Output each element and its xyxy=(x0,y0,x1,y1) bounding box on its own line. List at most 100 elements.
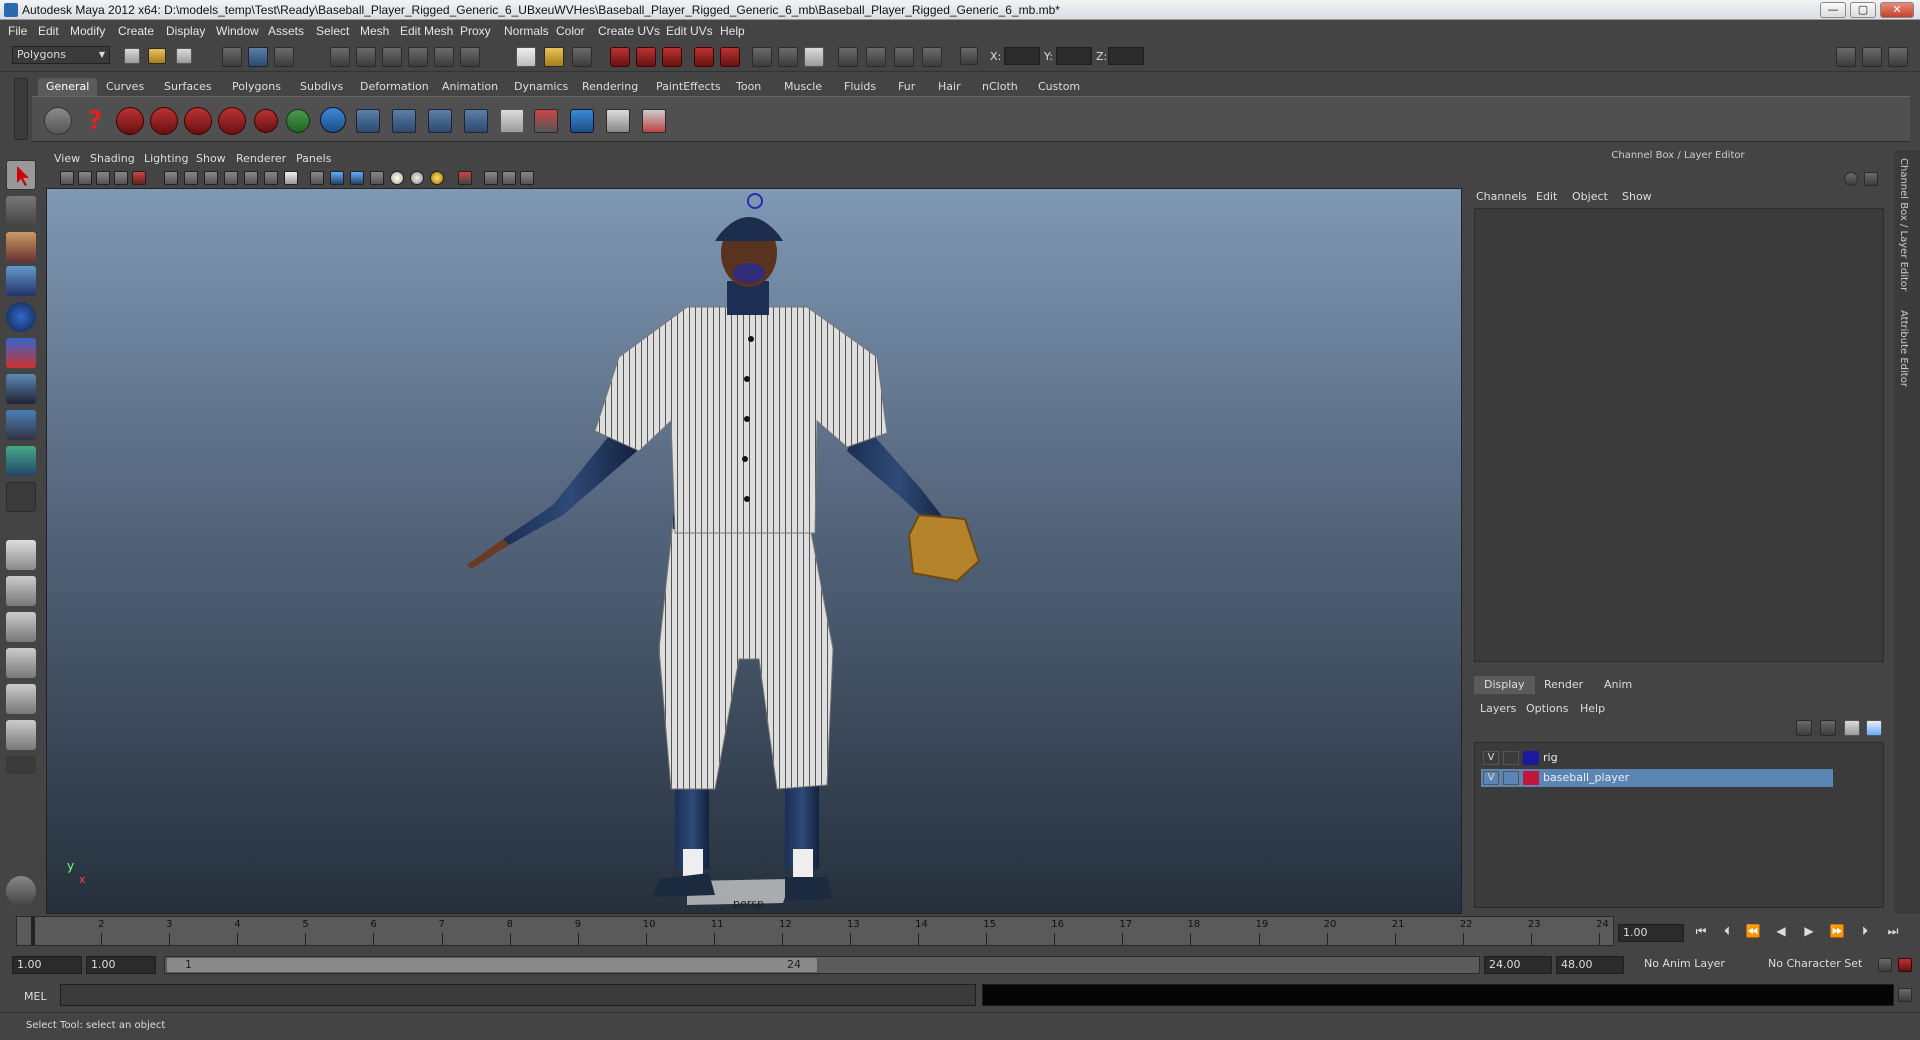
paint-select-tool-icon[interactable] xyxy=(6,232,36,262)
menu-assets[interactable]: Assets xyxy=(268,24,304,38)
grid-icon[interactable] xyxy=(164,171,178,185)
current-time-marker[interactable] xyxy=(31,917,35,945)
list-editor-icon[interactable] xyxy=(500,109,524,133)
hypershade-icon[interactable] xyxy=(694,47,714,67)
smooth-shade-icon[interactable] xyxy=(330,171,344,185)
range-bar[interactable]: 1 24 xyxy=(164,956,1480,974)
snap-point-icon[interactable] xyxy=(382,47,402,67)
clipboard-icon[interactable] xyxy=(804,47,824,67)
show-manipulator-icon[interactable] xyxy=(6,446,36,476)
toggle-attribute-editor-icon[interactable] xyxy=(1836,47,1856,67)
z-field[interactable] xyxy=(1108,47,1144,65)
new-scene-icon[interactable] xyxy=(124,48,140,64)
gate-mask-icon[interactable] xyxy=(224,171,238,185)
menu-edit[interactable]: Edit xyxy=(38,24,59,38)
new-layer-selected-icon[interactable] xyxy=(1866,720,1882,736)
shelf-tool-icon-2[interactable] xyxy=(150,107,178,135)
shelf-tab-polygons[interactable]: Polygons xyxy=(224,78,289,96)
command-input[interactable] xyxy=(60,984,976,1006)
animation-preferences-icon[interactable] xyxy=(1898,958,1912,972)
playback-start-field[interactable]: 1.00 xyxy=(86,956,156,974)
menuset-dropdown[interactable]: Polygons ▼ xyxy=(12,46,110,64)
shelf-tab-ncloth[interactable]: nCloth xyxy=(974,78,1026,96)
select-hierarchy-icon[interactable] xyxy=(222,47,242,67)
shelf-tab-general[interactable]: General xyxy=(38,78,98,96)
graph-layout-icon[interactable] xyxy=(6,720,36,750)
shelf-tab-subdivs[interactable]: Subdivs xyxy=(292,78,351,96)
playback-end-field[interactable]: 24.00 xyxy=(1484,956,1552,974)
detach-skin-icon[interactable] xyxy=(464,109,488,133)
channel-box-content[interactable] xyxy=(1474,208,1884,662)
maximize-button[interactable]: ▢ xyxy=(1850,2,1876,18)
layer-color-swatch[interactable] xyxy=(1523,771,1539,785)
move-layer-down-icon[interactable] xyxy=(1820,720,1836,736)
textured-icon[interactable] xyxy=(370,171,384,185)
current-frame-field[interactable]: 1.00 xyxy=(1618,924,1684,942)
open-scene-icon[interactable] xyxy=(148,48,166,64)
animation-end-field[interactable]: 48.00 xyxy=(1556,956,1624,974)
layer-row[interactable]: V baseball_player xyxy=(1481,769,1833,787)
two-d-pan-icon[interactable] xyxy=(132,171,146,185)
four-view-layout-icon[interactable] xyxy=(6,576,36,606)
isolate-select-icon[interactable] xyxy=(458,171,472,185)
cb-menu-object[interactable]: Object xyxy=(1572,190,1608,203)
layer-color-swatch[interactable] xyxy=(1523,751,1539,765)
hypershade-layout-icon[interactable] xyxy=(6,684,36,714)
play-backward-icon[interactable]: ◀ xyxy=(1772,924,1790,942)
default-lighting-icon[interactable] xyxy=(390,171,404,185)
single-view-layout-icon[interactable] xyxy=(6,540,36,570)
menu-create-uvs[interactable]: Create UVs xyxy=(598,24,660,38)
menu-modify[interactable]: Modify xyxy=(70,24,105,38)
select-object-icon[interactable] xyxy=(248,47,268,67)
snap-live-icon[interactable] xyxy=(434,47,454,67)
menu-file[interactable]: File xyxy=(8,24,27,38)
ik-handle-icon[interactable] xyxy=(392,109,416,133)
vp-menu-view[interactable]: View xyxy=(54,152,80,165)
film-reel-icon[interactable] xyxy=(44,107,72,135)
soft-mod-tool-icon[interactable] xyxy=(6,410,36,440)
manipulator-tool-icon[interactable] xyxy=(6,374,36,404)
menu-create[interactable]: Create xyxy=(118,24,154,38)
film-gate-icon[interactable] xyxy=(184,171,198,185)
ipr-render-icon[interactable] xyxy=(636,47,656,67)
field-chart-icon[interactable] xyxy=(244,171,258,185)
layer-tab-render[interactable]: Render xyxy=(1534,676,1593,694)
shelf-tab-curves[interactable]: Curves xyxy=(98,78,152,96)
history-icon[interactable] xyxy=(460,47,480,67)
character-set-dropdown[interactable]: No Character Set xyxy=(1764,956,1884,974)
close-button[interactable]: ✕ xyxy=(1880,2,1914,18)
y-field[interactable] xyxy=(1056,47,1092,65)
go-to-end-icon[interactable]: ⏭ xyxy=(1884,924,1902,942)
magnet-icon[interactable] xyxy=(254,109,278,133)
snap-plane-icon[interactable] xyxy=(408,47,428,67)
shelf-tool-icon-1[interactable] xyxy=(116,107,144,135)
timeline-ticks[interactable]: 123456789101112131415161718192021222324 xyxy=(16,916,1614,946)
step-forward-icon[interactable]: ⏵ xyxy=(1856,924,1874,942)
safe-action-icon[interactable] xyxy=(264,171,278,185)
last-tool-icon[interactable] xyxy=(6,482,36,512)
graph-editor-icon[interactable] xyxy=(866,47,886,67)
shelf-tab-rendering[interactable]: Rendering xyxy=(574,78,646,96)
scale-tool-icon[interactable] xyxy=(6,338,36,368)
toggle-tool-settings-icon[interactable] xyxy=(1862,47,1882,67)
snap-curve-icon[interactable] xyxy=(356,47,376,67)
go-to-start-icon[interactable]: ⏮ xyxy=(1692,924,1710,942)
vp-menu-panels[interactable]: Panels xyxy=(296,152,331,165)
save-scene-icon[interactable] xyxy=(176,48,192,64)
side-tab-attribute-editor[interactable]: Attribute Editor xyxy=(1898,310,1909,387)
cb-menu-show[interactable]: Show xyxy=(1622,190,1652,203)
bookmark-icon[interactable] xyxy=(96,171,110,185)
shelf-tool-icon-4[interactable] xyxy=(218,107,246,135)
anim-layer-dropdown[interactable]: No Anim Layer xyxy=(1640,956,1758,974)
lasso-tool-icon[interactable] xyxy=(6,196,36,226)
wireframe-icon[interactable] xyxy=(310,171,324,185)
shelf-tab-animation[interactable]: Animation xyxy=(434,78,506,96)
shelf-tab-toon[interactable]: Toon xyxy=(728,78,769,96)
paint-weights-icon[interactable] xyxy=(534,109,558,133)
minimize-button[interactable]: — xyxy=(1820,2,1846,18)
layer-tab-display[interactable]: Display xyxy=(1474,676,1535,694)
layer-menu-help[interactable]: Help xyxy=(1580,702,1605,715)
skin-bind-icon[interactable] xyxy=(428,109,452,133)
transform-mode-icon[interactable] xyxy=(960,47,978,65)
select-component-icon[interactable] xyxy=(274,47,294,67)
